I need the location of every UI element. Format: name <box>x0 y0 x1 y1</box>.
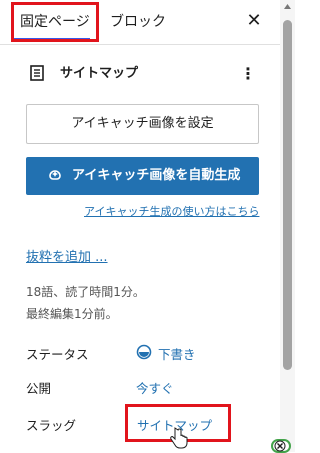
close-icon <box>274 440 286 452</box>
document-title: サイトマップ <box>60 66 139 81</box>
featured-help-link[interactable]: アイキャッチ生成の使い方はこちら <box>84 203 259 219</box>
draft-status-icon <box>136 344 152 360</box>
publish-label: 公開 <box>26 381 52 396</box>
scroll-up-arrow-icon[interactable] <box>282 2 293 12</box>
more-vertical-icon[interactable]: ⋮ <box>240 64 256 84</box>
publish-value[interactable]: 今すぐ <box>136 378 174 397</box>
tab-block[interactable]: ブロック <box>110 0 166 44</box>
document-icon <box>30 65 44 81</box>
ai-generate-icon <box>49 170 61 180</box>
last-edited-text: 最終編集1分前。 <box>26 307 118 321</box>
auto-generate-label: アイキャッチ画像を自動生成 <box>72 168 241 183</box>
status-label: ステータス <box>26 347 89 362</box>
set-featured-image-button[interactable]: アイキャッチ画像を設定 <box>26 104 259 144</box>
slug-label: スラッグ <box>26 418 77 433</box>
auto-generate-featured-image-button[interactable]: アイキャッチ画像を自動生成 <box>26 157 259 195</box>
scrollbar-thumb[interactable] <box>283 20 292 370</box>
word-count-text: 18語、読了時間1分。 <box>26 285 145 299</box>
hand-cursor-icon <box>170 427 188 449</box>
highlight-box-tab <box>11 2 99 42</box>
add-excerpt-link[interactable]: 抜粋を追加 ... <box>26 246 108 265</box>
close-icon[interactable]: ✕ <box>244 10 264 32</box>
status-value[interactable]: 下書き <box>158 344 196 363</box>
